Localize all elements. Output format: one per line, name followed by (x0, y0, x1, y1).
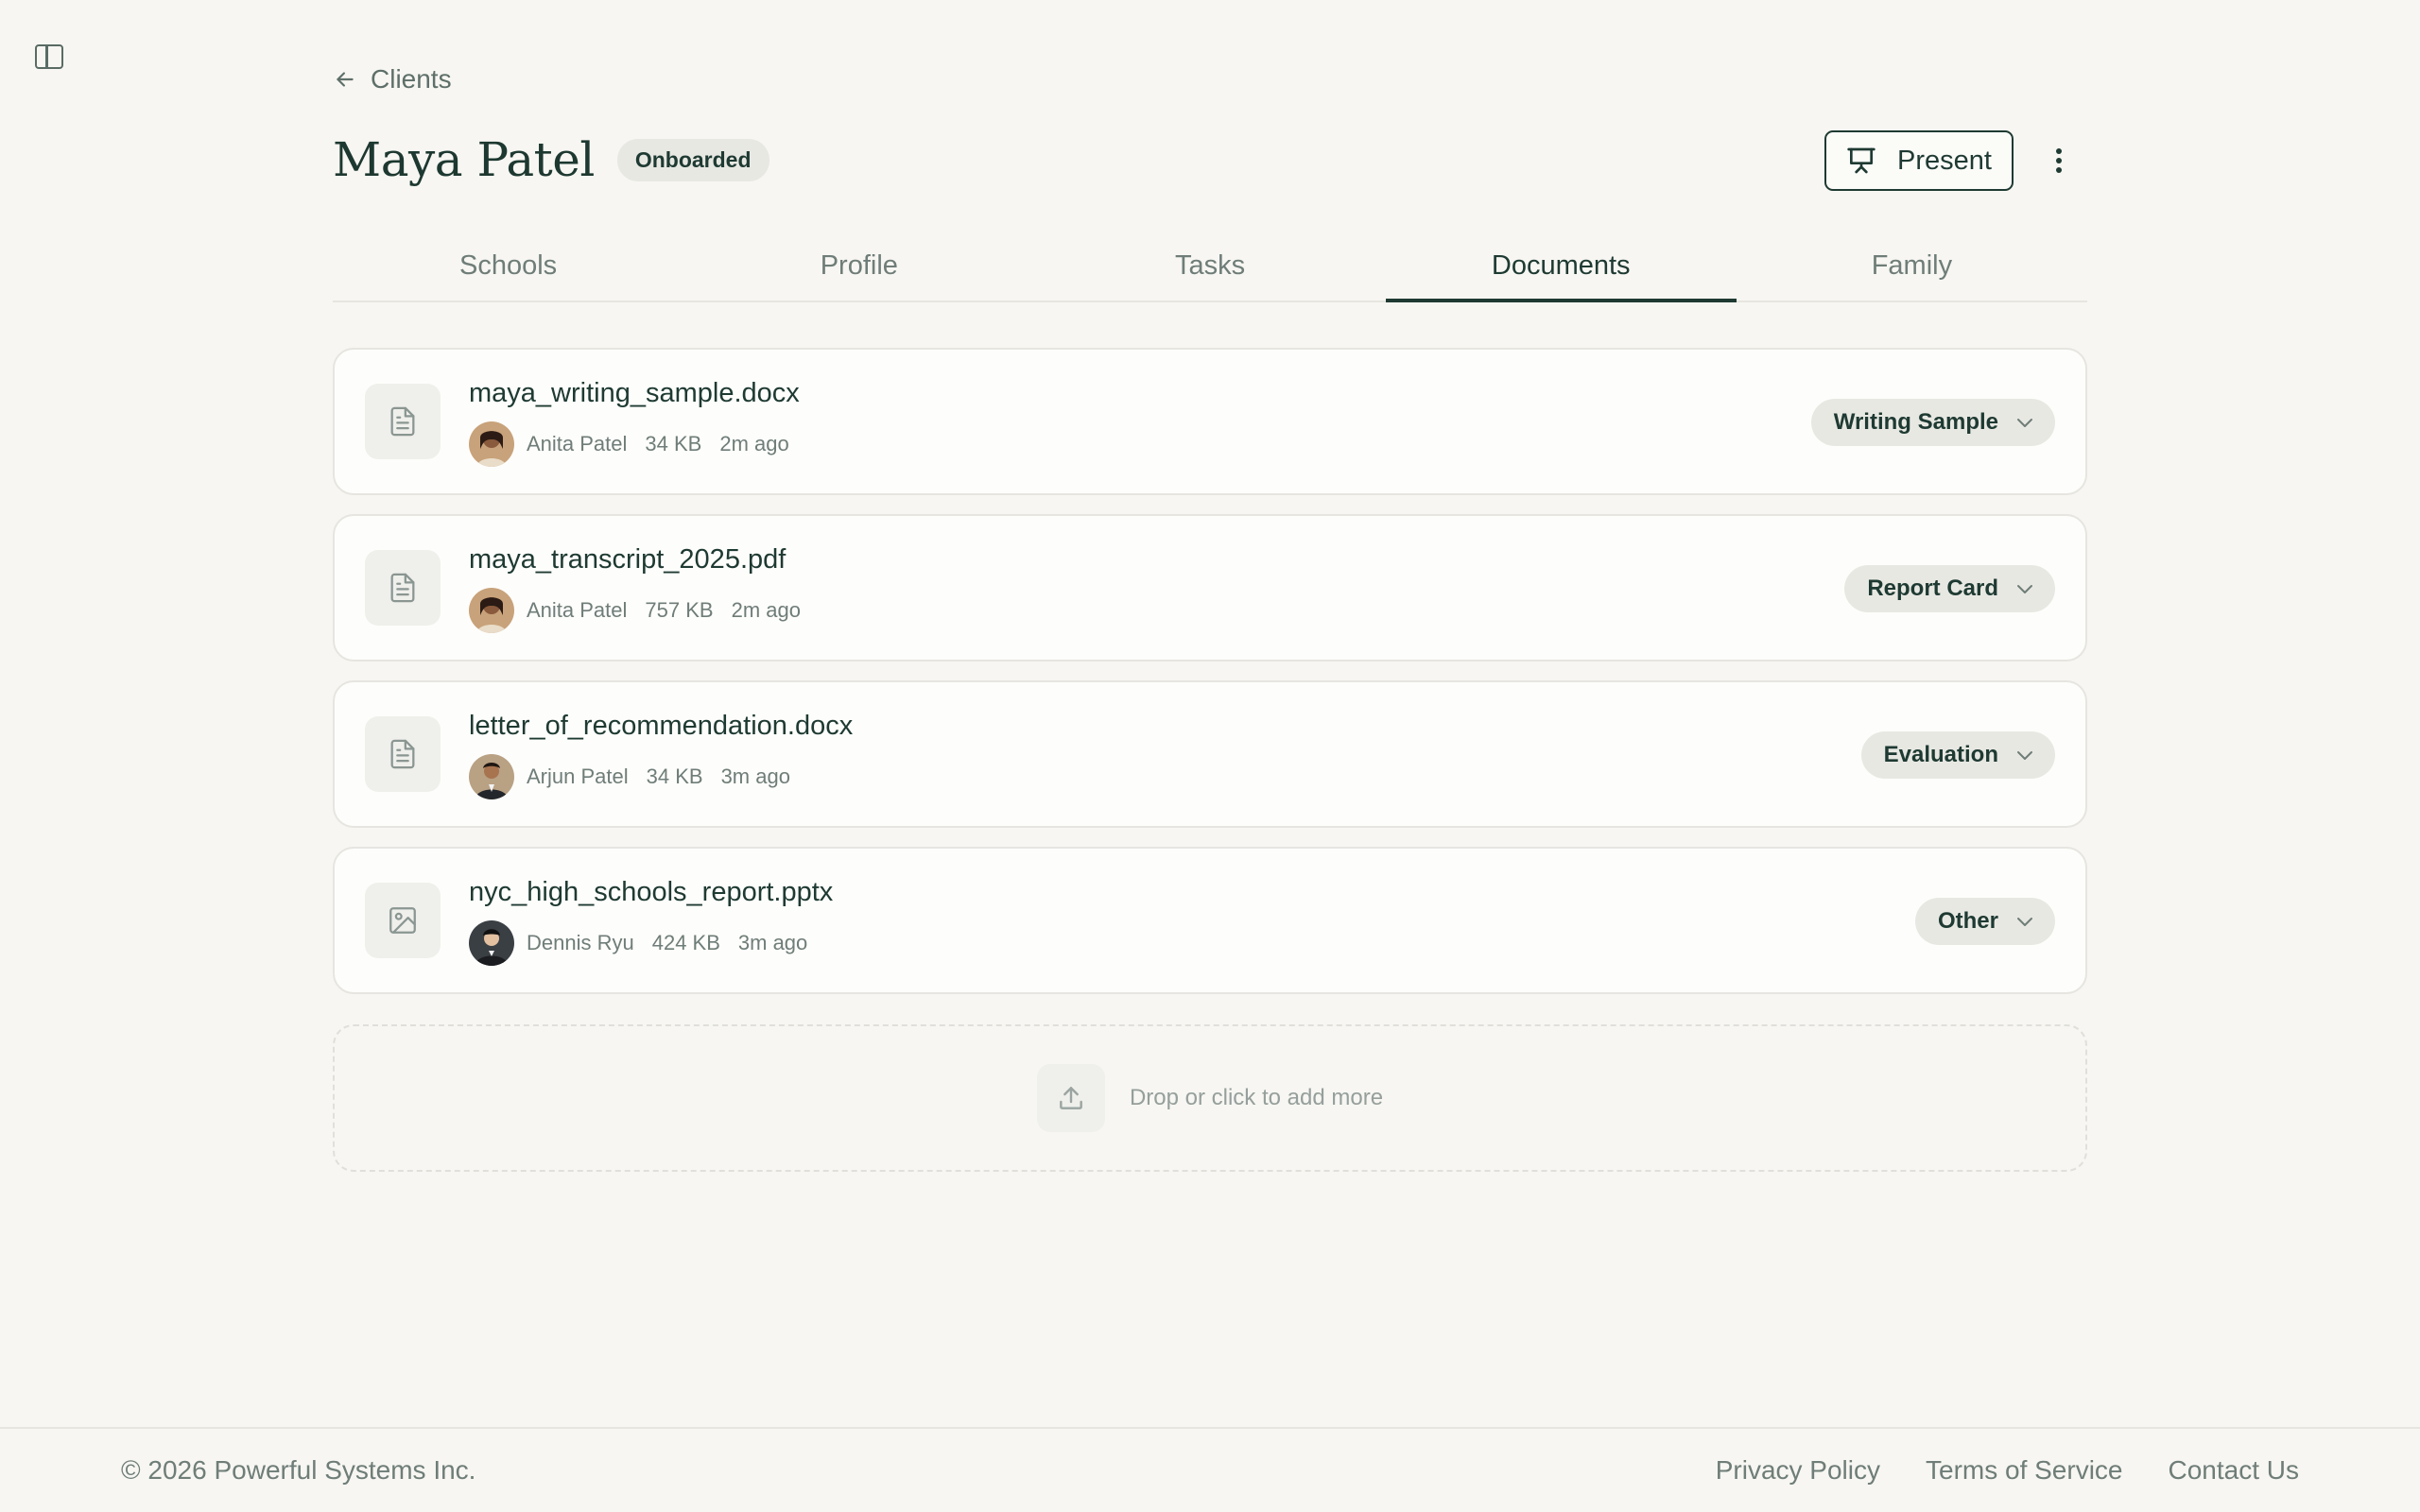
contact-us-link[interactable]: Contact Us (2169, 1455, 2300, 1486)
more-vertical-icon (2056, 148, 2062, 173)
document-type-label: Evaluation (1883, 742, 1998, 767)
document-row[interactable]: maya_writing_sample.docx Anita Patel 34 … (333, 348, 2087, 495)
avatar (469, 754, 514, 799)
upload-icon (1036, 1064, 1105, 1132)
presentation-icon (1847, 147, 1876, 174)
file-size: 34 KB (646, 765, 703, 788)
present-button-label: Present (1897, 145, 1992, 176)
document-type-select[interactable]: Writing Sample (1810, 399, 2055, 446)
upload-time: 2m ago (719, 432, 789, 455)
document-type-select[interactable]: Other (1914, 898, 2055, 945)
chevron-down-icon (2017, 751, 2032, 760)
more-options-button[interactable] (2040, 142, 2078, 180)
tab-tasks[interactable]: Tasks (1034, 238, 1385, 301)
tab-documents[interactable]: Documents (1385, 238, 1737, 302)
document-icon (365, 716, 441, 792)
document-row[interactable]: letter_of_recommendation.docx Arjun Pate… (333, 680, 2087, 828)
document-name: maya_writing_sample.docx (469, 378, 800, 408)
avatar (469, 421, 514, 467)
document-name: nyc_high_schools_report.pptx (469, 877, 834, 907)
upload-dropzone[interactable]: Drop or click to add more (333, 1024, 2087, 1172)
document-meta: Arjun Patel 34 KB 3m ago (469, 754, 790, 799)
document-name: letter_of_recommendation.docx (469, 711, 854, 741)
document-icon (365, 550, 441, 626)
document-type-label: Other (1937, 908, 1998, 934)
chevron-down-icon (2017, 419, 2032, 427)
footer-links: Privacy Policy Terms of Service Contact … (1716, 1455, 2299, 1486)
tab-schools[interactable]: Schools (333, 238, 683, 301)
arrow-left-icon (337, 72, 354, 87)
file-size: 757 KB (645, 598, 714, 622)
avatar (469, 588, 514, 633)
document-meta: Dennis Ryu 424 KB 3m ago (469, 920, 807, 966)
present-button[interactable]: Present (1824, 130, 2014, 191)
dropzone-label: Drop or click to add more (1129, 1085, 1384, 1110)
copyright-text: © 2026 Powerful Systems Inc. (121, 1455, 476, 1485)
upload-time: 3m ago (720, 765, 790, 788)
document-icon (365, 384, 441, 459)
document-name: maya_transcript_2025.pdf (469, 544, 786, 575)
document-meta: Anita Patel 34 KB 2m ago (469, 421, 789, 467)
tab-profile[interactable]: Profile (683, 238, 1034, 301)
uploader-name: Arjun Patel (527, 765, 629, 788)
back-to-clients-link[interactable]: Clients (333, 62, 452, 96)
document-type-label: Writing Sample (1833, 409, 1998, 435)
page-header: Maya Patel Onboarded Present (333, 130, 2087, 191)
status-badge: Onboarded (616, 138, 769, 181)
footer: © 2026 Powerful Systems Inc. Privacy Pol… (0, 1427, 2420, 1512)
avatar (469, 920, 514, 966)
chevron-down-icon (2017, 585, 2032, 593)
tab-family[interactable]: Family (1737, 238, 2087, 301)
uploader-name: Dennis Ryu (527, 931, 634, 954)
privacy-policy-link[interactable]: Privacy Policy (1716, 1455, 1880, 1486)
document-row[interactable]: nyc_high_schools_report.pptx Dennis Ryu … (333, 847, 2087, 994)
terms-of-service-link[interactable]: Terms of Service (1926, 1455, 2123, 1486)
file-size: 34 KB (645, 432, 702, 455)
document-type-select[interactable]: Evaluation (1860, 731, 2055, 779)
sidebar-toggle-icon[interactable] (35, 44, 63, 69)
back-link-label: Clients (371, 64, 452, 94)
page-title: Maya Patel (333, 132, 595, 187)
document-meta: Anita Patel 757 KB 2m ago (469, 588, 801, 633)
uploader-name: Anita Patel (527, 598, 628, 622)
document-type-label: Report Card (1867, 576, 1998, 601)
upload-time: 2m ago (731, 598, 801, 622)
chevron-down-icon (2017, 918, 2032, 926)
uploader-name: Anita Patel (527, 432, 628, 455)
tab-bar: Schools Profile Tasks Documents Family (333, 238, 2087, 302)
file-size: 424 KB (651, 931, 720, 954)
document-row[interactable]: maya_transcript_2025.pdf Anita Patel 757… (333, 514, 2087, 662)
document-type-select[interactable]: Report Card (1844, 565, 2055, 612)
upload-time: 3m ago (737, 931, 808, 954)
image-icon (365, 883, 441, 958)
document-list: maya_writing_sample.docx Anita Patel 34 … (333, 348, 2087, 1013)
